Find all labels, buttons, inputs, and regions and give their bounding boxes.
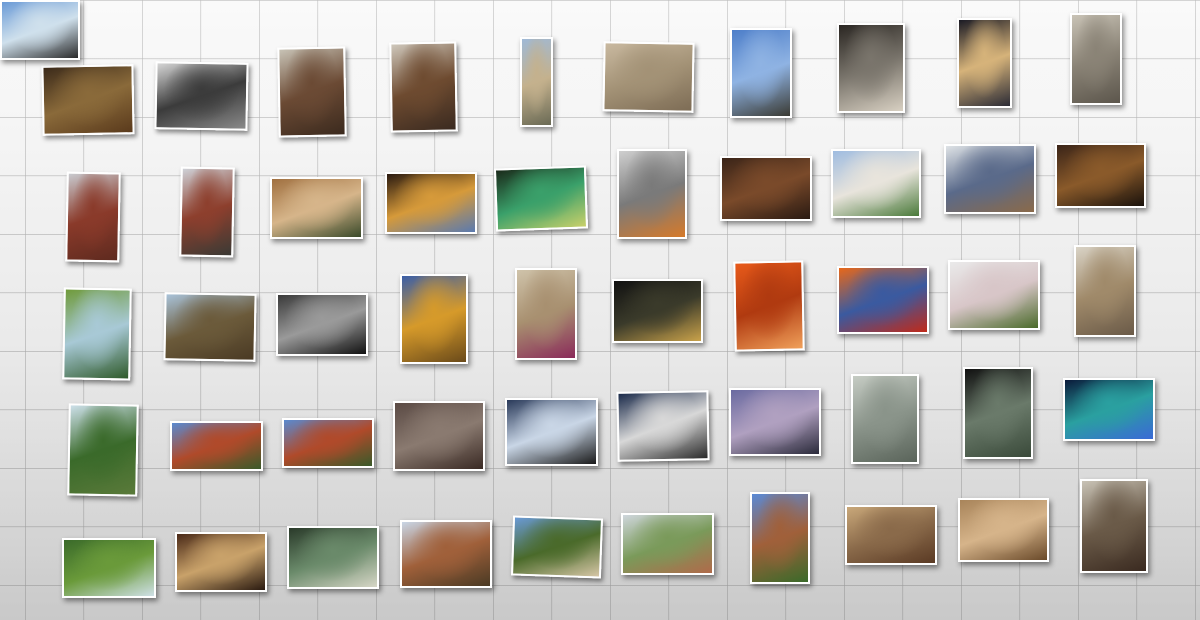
stone-window-photo[interactable] (393, 401, 485, 471)
people-with-sign-photo[interactable] (0, 0, 80, 60)
town-panorama-photo[interactable] (621, 513, 714, 575)
gothic-vault-interior-photo[interactable] (1070, 13, 1122, 105)
red-orange-abstract-photo[interactable] (733, 260, 805, 352)
stained-glass-zoom-photo[interactable] (385, 172, 477, 234)
hill-village-photo[interactable] (510, 515, 604, 579)
ornate-ceiling-photo[interactable] (1074, 245, 1136, 337)
wooden-hall-interior-photo[interactable] (175, 532, 267, 592)
white-villa-photo[interactable] (831, 149, 921, 218)
dark-forest-window-photo[interactable] (963, 367, 1033, 459)
candles-dark-photo[interactable] (612, 279, 703, 343)
illuminated-nave-photo[interactable] (957, 18, 1012, 108)
narrow-alley-view-photo[interactable] (837, 23, 905, 113)
autumn-church-photo[interactable] (400, 274, 468, 364)
church-dome-interior-photo[interactable] (41, 64, 135, 136)
plowed-field-photo[interactable] (163, 292, 257, 362)
church-blue-sky-photo[interactable] (730, 28, 792, 118)
illuminated-cathedral-photo[interactable] (1063, 378, 1155, 441)
church-flowers-photo[interactable] (617, 149, 687, 239)
castle-by-lake-photo[interactable] (62, 287, 132, 381)
foggy-night-light-photo[interactable] (276, 293, 368, 356)
village-rooftops-photo[interactable] (170, 421, 263, 471)
spire-twilight-photo[interactable] (729, 388, 821, 456)
gothic-doorway-photo[interactable] (845, 505, 937, 565)
sign-board-photo[interactable] (287, 526, 379, 589)
nave-red-carpet-photo[interactable] (515, 268, 577, 360)
blossom-closeup-photo[interactable] (948, 260, 1040, 330)
village-rooftops-copy-photo[interactable] (282, 418, 374, 468)
church-tower-photo[interactable] (520, 37, 553, 127)
orange-glass-window-photo[interactable] (837, 266, 929, 334)
arch-sculpture-photo[interactable] (958, 498, 1049, 562)
church-dusk-photo[interactable] (616, 390, 710, 462)
backlit-church-photo[interactable] (505, 398, 598, 466)
wooden-pews-photo[interactable] (720, 156, 812, 221)
blue-pews-hall-photo[interactable] (944, 144, 1036, 214)
pulpit-carving-photo[interactable] (389, 41, 458, 133)
pipe-organ-photo[interactable] (277, 46, 347, 138)
chapel-interior-people-photo[interactable] (270, 177, 363, 239)
organ-gallery-interior-photo[interactable] (154, 61, 249, 131)
autumn-chapel-photo[interactable] (400, 520, 492, 588)
misty-towers-photo[interactable] (851, 374, 919, 464)
church-village-photo[interactable] (750, 492, 810, 584)
church-aisle-photo[interactable] (1080, 479, 1148, 573)
tower-through-trees-photo[interactable] (67, 403, 139, 497)
green-trees-tower-photo[interactable] (62, 538, 156, 598)
stained-glass-burst-photo[interactable] (493, 165, 589, 232)
brick-church-statue-photo[interactable] (179, 166, 235, 258)
dark-church-interior-photo[interactable] (1055, 143, 1146, 208)
portal-relief-photo[interactable] (602, 41, 695, 113)
red-brick-church-photo[interactable] (65, 171, 121, 263)
